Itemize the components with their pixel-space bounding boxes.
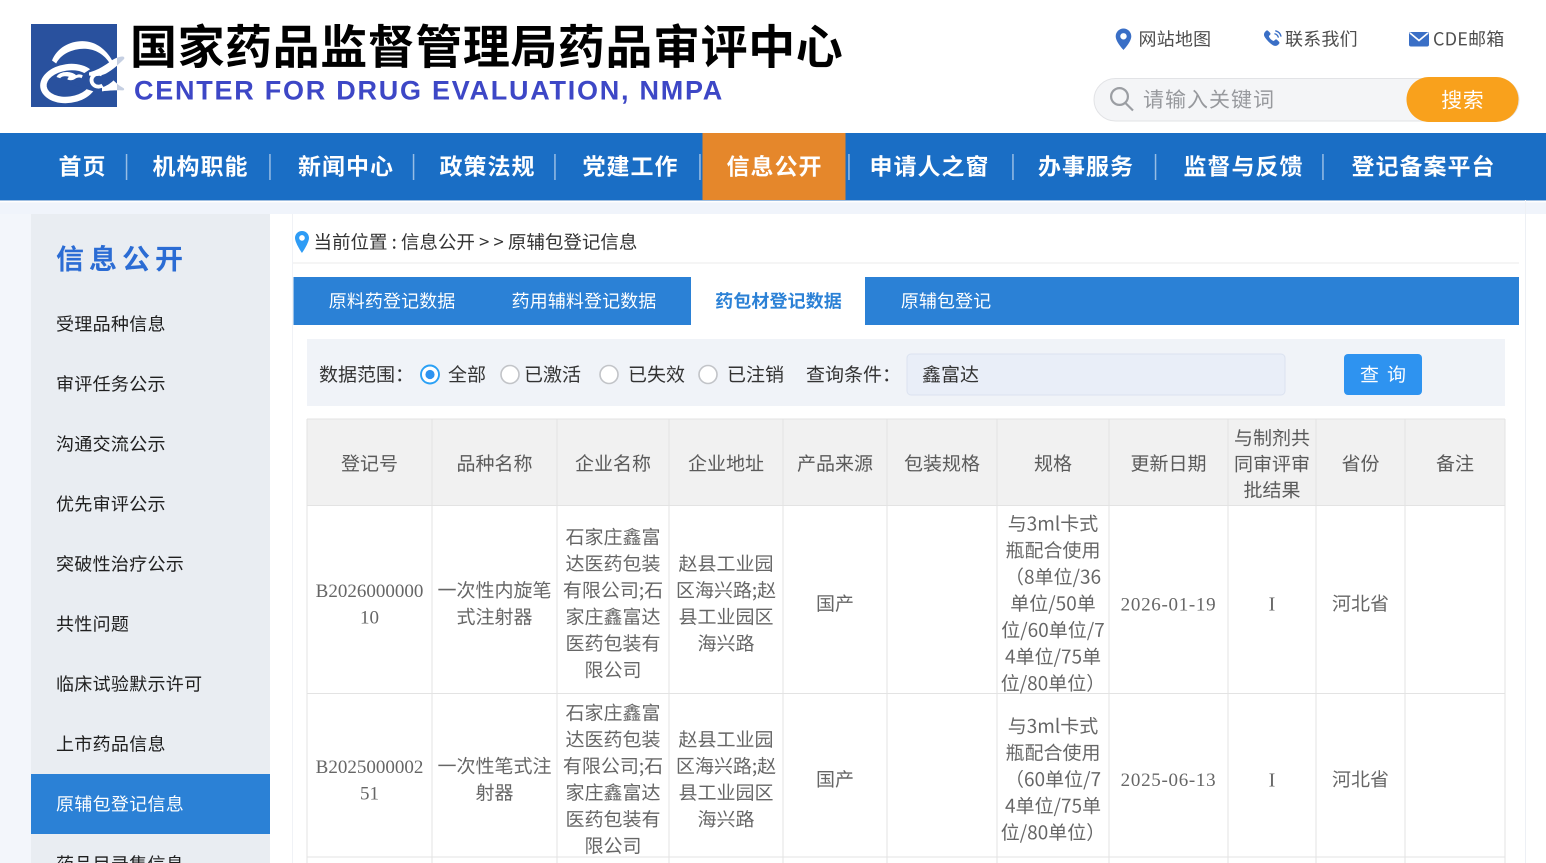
svg-text:I: I: [1269, 769, 1276, 791]
svg-text:B2025000002: B2025000002: [316, 757, 424, 778]
svg-text:I: I: [1269, 594, 1276, 616]
svg-text:2026-01-19: 2026-01-19: [1121, 594, 1217, 615]
svg-text:51: 51: [360, 783, 379, 804]
svg-text:2025-06-13: 2025-06-13: [1121, 770, 1217, 791]
svg-text:CENTER FOR DRUG EVALUATION, NM: CENTER FOR DRUG EVALUATION, NMPA: [134, 76, 724, 106]
svg-text:B2026000000: B2026000000: [316, 581, 424, 602]
svg-text:10: 10: [360, 608, 379, 629]
